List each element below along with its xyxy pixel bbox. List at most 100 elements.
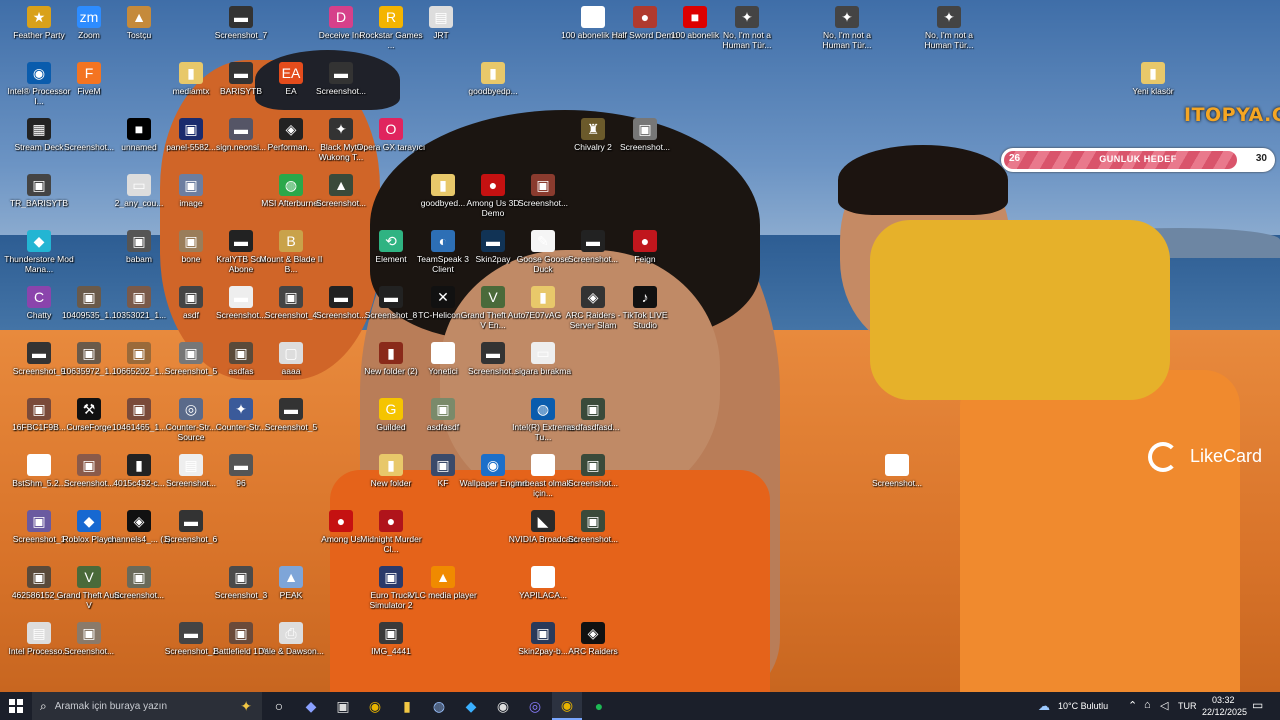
- desktop-icon-label: sigara bırakma: [514, 366, 572, 376]
- desktop-icon-label: No, I'm not a Human Tür...: [822, 30, 872, 50]
- speaker-icon[interactable]: ◁: [1160, 699, 1168, 712]
- taskbar-app-chrome-active[interactable]: ◉: [552, 692, 582, 720]
- chevron-up-icon[interactable]: ⌃: [1128, 699, 1137, 712]
- desktop-icon[interactable]: O Opera GX tarayıcı: [354, 116, 428, 172]
- app-icon: ●: [379, 510, 403, 532]
- app-icon: ▮: [179, 62, 203, 84]
- taskbar-app-spotify[interactable]: ●: [584, 692, 614, 720]
- app-icon: ▦: [27, 118, 51, 140]
- network-icon[interactable]: ⌂: [1144, 699, 1151, 711]
- desktop-icon[interactable]: ▲ PEAK: [254, 564, 328, 620]
- desktop-icon[interactable]: ▬ 96: [204, 452, 278, 508]
- desktop-icon[interactable]: ● Feign: [608, 228, 682, 284]
- desktop-icon-label: Yeni klasör: [1132, 86, 1174, 96]
- app-icon: ▣: [179, 174, 203, 196]
- taskbar-app-obs[interactable]: ◉: [488, 692, 518, 720]
- desktop-icon-label: Screenshot...: [315, 86, 367, 96]
- app-icon: ▤: [27, 622, 51, 644]
- app-icon: ◍: [531, 398, 555, 420]
- clock-date[interactable]: 22/12/2025: [1202, 707, 1247, 717]
- clock-time[interactable]: 03:32: [1212, 695, 1235, 705]
- weather-text[interactable]: 10°C Bulutlu: [1058, 701, 1108, 711]
- desktop-icon-label: Mount & Blade II B...: [259, 254, 323, 274]
- desktop-icon[interactable]: ▬ Screenshot_6: [154, 508, 228, 564]
- desktop-icon[interactable]: ♪ TikTok LIVE Studio: [608, 284, 682, 340]
- desktop-icon[interactable]: ▣ IMG_4441: [354, 620, 428, 676]
- app-icon: V: [77, 566, 101, 588]
- desktop-icon[interactable]: ▤ JRT: [404, 4, 478, 60]
- app-icon: ▮: [481, 62, 505, 84]
- desktop-icon-label: image: [179, 198, 203, 208]
- app-icon: ▭: [127, 174, 151, 196]
- app-icon: ◉: [27, 62, 51, 84]
- app-icon: ▬: [329, 286, 353, 308]
- taskbar-app-hub[interactable]: ◆: [296, 692, 326, 720]
- language-indicator[interactable]: TUR: [1178, 701, 1197, 711]
- taskbar-app-cortana[interactable]: ○: [264, 692, 294, 720]
- likecard-icon: [1148, 442, 1178, 472]
- desktop-icon[interactable]: ◆ Thunderstore Mod Mana...: [2, 228, 76, 284]
- desktop-icon[interactable]: ▲ Tostçu: [102, 4, 176, 60]
- notification-icon[interactable]: ▭: [1252, 698, 1263, 712]
- desktop-icon[interactable]: B Mount & Blade II B...: [254, 228, 328, 284]
- app-icon: ▣: [379, 622, 403, 644]
- desktop-icon[interactable]: ◈ ARC Raiders: [556, 620, 630, 676]
- app-icon: ▣: [127, 286, 151, 308]
- app-icon: ▬: [229, 230, 253, 252]
- desktop-icon[interactable]: ▣ Screenshot...: [52, 620, 126, 676]
- app-icon: ◆: [27, 230, 51, 252]
- desktop-icon[interactable]: ▮ Yeni klasör: [1116, 60, 1190, 116]
- taskbar-app-store[interactable]: ▣: [328, 692, 358, 720]
- app-icon: [77, 118, 101, 140]
- taskbar-app-steam[interactable]: ◍: [424, 692, 454, 720]
- desktop-icon[interactable]: ▣ asdfasdf: [406, 396, 480, 452]
- steam-icon: ◍: [432, 697, 446, 714]
- desktop-icon[interactable]: ▬ Screenshot...: [860, 452, 934, 508]
- desktop-icon[interactable]: ▣ asdfasdfasd...: [556, 396, 630, 452]
- app-icon: ▣: [229, 342, 253, 364]
- desktop-icon[interactable]: ▣ Screenshot...: [102, 564, 176, 620]
- desktop-icon[interactable]: ▣ Screenshot...: [608, 116, 682, 172]
- app-icon: ▮: [127, 454, 151, 476]
- desktop-icon[interactable]: ● Midnight Murder Cl...: [354, 508, 428, 564]
- app-icon: R: [379, 6, 403, 28]
- taskbar-app-discord[interactable]: ◎: [520, 692, 550, 720]
- desktop-icon[interactable]: ▭ sigara bırakma: [506, 340, 580, 396]
- desktop-icon[interactable]: ✦ No, I'm not a Human Tür...: [810, 4, 884, 60]
- cloud-icon: ☁: [1038, 699, 1050, 713]
- cortana-icon: ○: [274, 698, 284, 714]
- desktop-icon[interactable]: ▣ Screenshot...: [506, 172, 580, 228]
- desktop-icon[interactable]: F FiveM: [52, 60, 126, 116]
- desktop-icon[interactable]: ▲ VLC media player: [406, 564, 480, 620]
- desktop-icon[interactable]: ▬ Screenshot_5: [254, 396, 328, 452]
- desktop-icon[interactable]: ▣ Screenshot...: [556, 508, 630, 564]
- taskbar-search[interactable]: ⌕ Aramak için buraya yazın ✦: [32, 692, 262, 720]
- desktop-icon-label: Screenshot...: [517, 198, 569, 208]
- app-icon: ▬: [229, 62, 253, 84]
- desktop-icon[interactable]: ▢ aaaa: [254, 340, 328, 396]
- app-icon: B: [279, 230, 303, 252]
- desktop-icon[interactable]: ✦ No, I'm not a Human Tür...: [710, 4, 784, 60]
- start-button[interactable]: [0, 692, 32, 720]
- taskbar-app-chrome[interactable]: ◉: [360, 692, 390, 720]
- desktop-icon-label: IMG_4441: [371, 646, 411, 656]
- desktop-icon[interactable]: ▮ goodbyedp...: [456, 60, 530, 116]
- desktop-icon[interactable]: ▣ TR_BARISYTB: [2, 172, 76, 228]
- app-icon: ▣: [379, 566, 403, 588]
- desktop-icon[interactable]: ▬ Screenshot...: [304, 60, 378, 116]
- desktop-icon[interactable]: ⎙ Dale & Dawson...: [254, 620, 328, 676]
- desktop-icon[interactable]: ▣ image: [154, 172, 228, 228]
- app-icon: ▤: [179, 454, 203, 476]
- desktop-icon[interactable]: ▭ YAPILACA...: [506, 564, 580, 620]
- app-icon: ▣: [127, 342, 151, 364]
- taskbar-app-explorer[interactable]: ▮: [392, 692, 422, 720]
- app-icon: ▣: [179, 286, 203, 308]
- app-icon: ◍: [279, 174, 303, 196]
- app-icon: ▬: [885, 454, 909, 476]
- desktop-icon[interactable]: ✦ No, I'm not a Human Tür...: [912, 4, 986, 60]
- desktop-icon[interactable]: ▲ Screenshot...: [304, 172, 378, 228]
- desktop-icon[interactable]: ▬ Screenshot_7: [204, 4, 278, 60]
- desktop-icon[interactable]: ▣ Screenshot...: [556, 452, 630, 508]
- desktop-icon-label: Dale & Dawson...: [258, 646, 324, 656]
- taskbar-app-edge[interactable]: ◆: [456, 692, 486, 720]
